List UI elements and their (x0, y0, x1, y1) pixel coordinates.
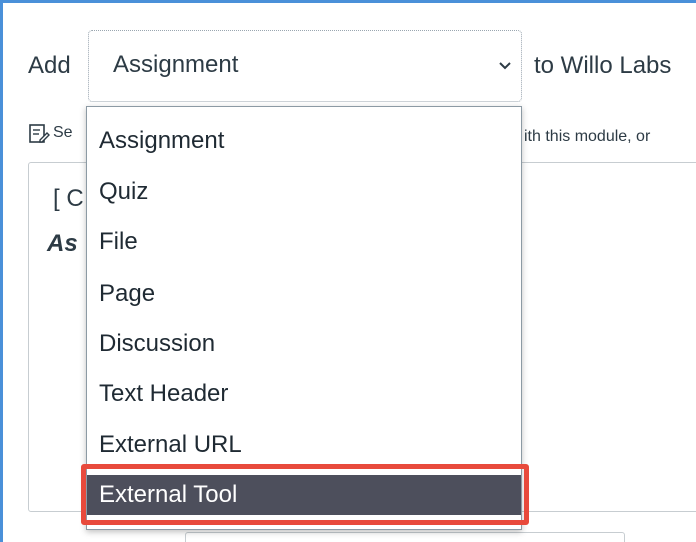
info-text-left: Se (53, 124, 73, 141)
option-assignment[interactable]: Assignment (87, 121, 521, 161)
option-external-url[interactable]: External URL (87, 425, 521, 465)
option-external-tool[interactable]: External Tool (87, 475, 521, 515)
item-type-select[interactable]: Assignment (88, 30, 522, 102)
to-module-label: to Willo Labs (534, 52, 672, 79)
item-type-select-value: Assignment (113, 51, 239, 78)
content-line-2: As (47, 230, 78, 257)
chevron-down-icon (499, 62, 511, 70)
option-discussion[interactable]: Discussion (87, 324, 521, 364)
edit-document-icon (29, 124, 50, 143)
content-line-1: [ C (53, 185, 84, 212)
item-type-dropdown-list: Assignment Quiz File Page Discussion Tex… (86, 106, 522, 530)
bottom-input[interactable] (185, 532, 625, 542)
option-quiz[interactable]: Quiz (87, 172, 521, 212)
option-file[interactable]: File (87, 222, 521, 262)
info-text-right: ith this module, or (524, 128, 651, 145)
option-page[interactable]: Page (87, 274, 521, 314)
option-text-header[interactable]: Text Header (87, 374, 521, 414)
add-label: Add (28, 52, 71, 79)
